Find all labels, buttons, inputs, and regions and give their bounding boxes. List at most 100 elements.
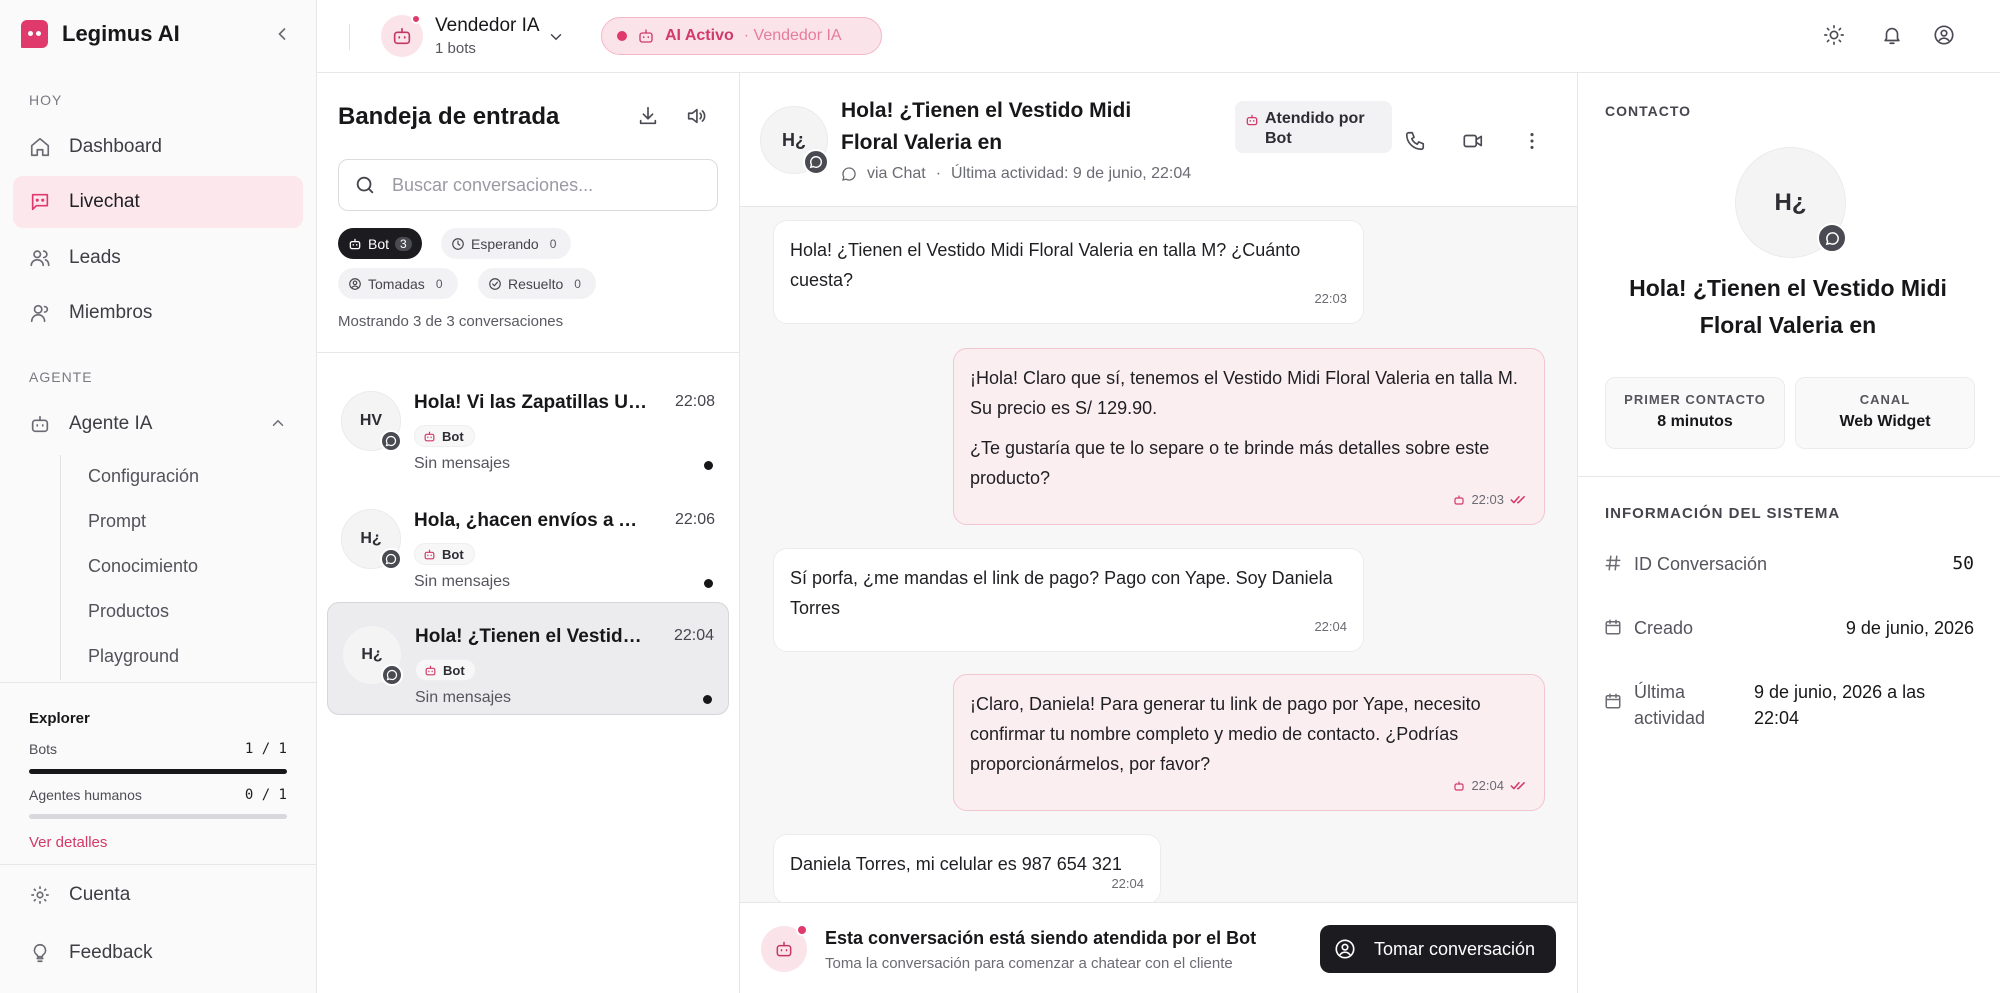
- contact-section-title: CONTACTO: [1605, 103, 1692, 119]
- collapse-sidebar-icon[interactable]: [272, 24, 292, 44]
- tag-label: Bot: [442, 546, 464, 562]
- filter-bot[interactable]: Bot 3: [338, 228, 422, 259]
- divider: [1578, 476, 2000, 477]
- filter-label: Esperando: [471, 235, 539, 252]
- filter-tomadas[interactable]: Tomadas 0: [338, 268, 458, 299]
- attended-by-label: Atendido por Bot: [1265, 110, 1365, 147]
- message-time: 22:03: [1314, 291, 1347, 306]
- system-value: 9 de junio, 2026 a las 22:04: [1754, 682, 1926, 728]
- gear-icon: [29, 884, 51, 906]
- subnav-productos[interactable]: Productos: [88, 601, 169, 622]
- search-box[interactable]: [338, 159, 718, 211]
- nav-feedback[interactable]: Feedback: [13, 927, 303, 979]
- calendar-icon: [1604, 618, 1622, 636]
- nav-leads[interactable]: Leads: [13, 232, 303, 284]
- inbox-panel: Bandeja de entrada Bot 3 Esperando 0 Tom…: [317, 73, 740, 993]
- status-dot: [411, 14, 421, 24]
- conversation-item[interactable]: H¿ Hola, ¿hacen envíos a Arequipa? 22:06…: [327, 487, 729, 600]
- chat-bubble-icon: [380, 430, 402, 452]
- bot-icon: [391, 25, 413, 47]
- logo-icon: [21, 20, 48, 48]
- message-meta: 22:03: [1314, 284, 1347, 314]
- chevron-down-icon[interactable]: [547, 28, 565, 46]
- ai-status-sub: · Vendedor IA: [743, 27, 842, 44]
- attended-by-badge: Atendido por Bot: [1235, 101, 1392, 153]
- chat-last-activity: Última actividad: 9 de junio, 22:04: [951, 165, 1192, 182]
- avatar: H¿: [1735, 147, 1847, 258]
- system-label: Última actividad: [1634, 682, 1706, 728]
- bots-usage-bar: [29, 769, 287, 774]
- double-check-icon: [1510, 780, 1528, 792]
- chat-bubble-icon: [841, 166, 857, 182]
- conversation-preview: Sin mensajes: [415, 689, 512, 706]
- chevron-up-icon[interactable]: [269, 414, 287, 432]
- chat-header: H¿ Hola! ¿Tienen el Vestido Midi Floral …: [740, 73, 1577, 207]
- bots-usage-label: Bots: [29, 741, 58, 757]
- ver-detalles-link[interactable]: Ver detalles: [29, 834, 107, 851]
- speaker-icon[interactable]: [685, 105, 707, 127]
- conversation-preview: Sin mensajes: [414, 455, 511, 472]
- nav-miembros[interactable]: Miembros: [13, 287, 303, 339]
- filter-count: 0: [574, 276, 581, 291]
- phone-icon[interactable]: [1404, 130, 1426, 152]
- sun-icon[interactable]: [1823, 24, 1845, 46]
- message-outgoing: ¡Claro, Daniela! Para generar tu link de…: [953, 674, 1545, 811]
- stat-label: PRIMER CONTACTO: [1624, 392, 1766, 407]
- message-incoming: Daniela Torres, mi celular es 987 654 32…: [773, 834, 1161, 904]
- system-value: 50: [1952, 553, 1974, 574]
- hash-icon: [1604, 554, 1622, 572]
- avatar: H¿: [341, 509, 402, 570]
- nav-cuenta[interactable]: Cuenta: [13, 869, 303, 921]
- conversation-time: 22:06: [674, 511, 715, 528]
- more-vertical-icon[interactable]: [1521, 130, 1543, 152]
- system-label: ID Conversación: [1634, 554, 1768, 574]
- message-text: Hola! ¿Tienen el Vestido Midi Floral Val…: [790, 240, 1301, 290]
- subnav-prompt[interactable]: Prompt: [88, 511, 146, 532]
- system-label: Creado: [1634, 618, 1694, 638]
- conversation-preview: Sin mensajes: [414, 573, 511, 590]
- bot-icon: [348, 237, 362, 251]
- filter-count: 0: [435, 276, 443, 291]
- conversation-item[interactable]: HV Hola! Vi las Zapatillas Urbanas 22:08…: [327, 369, 729, 482]
- app-name: Legimus AI: [62, 21, 180, 46]
- chat-channel: via Chat: [867, 165, 926, 182]
- subnav-configuracion[interactable]: Configuración: [88, 466, 199, 487]
- video-icon[interactable]: [1462, 130, 1484, 152]
- tag-label: Bot: [443, 662, 465, 678]
- bot-selector-avatar[interactable]: [381, 14, 423, 57]
- message-text: Daniela Torres, mi celular es 987 654 32…: [790, 854, 1122, 874]
- message-text: Sí porfa, ¿me mandas el link de pago? Pa…: [790, 568, 1333, 618]
- bot-handling-title: Esta conversación está siendo atendida p…: [825, 928, 1257, 948]
- bot-icon: [423, 548, 436, 561]
- conversation-title: Hola, ¿hacen envíos a Arequipa?: [414, 510, 649, 531]
- conversation-item-selected[interactable]: H¿ Hola! ¿Tienen el Vestido Midi 22:04 B…: [327, 602, 729, 715]
- user-circle-icon[interactable]: [1933, 24, 1955, 46]
- brand[interactable]: Legimus AI: [21, 20, 180, 48]
- filter-resuelto[interactable]: Resuelto 0: [478, 268, 596, 299]
- nav-dashboard[interactable]: Dashboard: [13, 121, 303, 173]
- nav-agente-ia[interactable]: Agente IA: [13, 398, 303, 450]
- inbox-title: Bandeja de entrada: [338, 103, 560, 130]
- chat-bubble-icon: [1817, 223, 1847, 253]
- message-text: ¿Te gustaría que te lo separe o te brind…: [970, 438, 1490, 488]
- bot-selector-name[interactable]: Vendedor IA: [435, 15, 540, 37]
- chat-footer: Esta conversación está siendo atendida p…: [740, 902, 1577, 993]
- download-icon[interactable]: [637, 105, 659, 127]
- take-conversation-button[interactable]: Tomar conversación: [1320, 925, 1556, 973]
- chat-title: Hola! ¿Tienen el Vestido Midi Floral Val…: [841, 99, 1132, 154]
- stat-value: Web Widget: [1839, 413, 1931, 430]
- filter-esperando[interactable]: Esperando 0: [441, 228, 572, 259]
- ai-status-badge[interactable]: AI Activo · Vendedor IA: [601, 17, 882, 55]
- bot-icon: [1453, 494, 1465, 506]
- subnav-conocimiento[interactable]: Conocimiento: [88, 556, 198, 577]
- subnav-playground[interactable]: Playground: [88, 646, 179, 667]
- bots-usage-fill: [29, 769, 287, 774]
- search-input[interactable]: [392, 174, 692, 196]
- avatar: H¿: [760, 106, 829, 175]
- bot-icon: [424, 664, 437, 677]
- message-time: 22:03: [1471, 492, 1504, 507]
- nav-livechat[interactable]: Livechat: [13, 176, 303, 228]
- bell-icon[interactable]: [1881, 24, 1903, 46]
- unread-dot: [704, 461, 713, 470]
- chat-bubble-icon: [381, 664, 403, 686]
